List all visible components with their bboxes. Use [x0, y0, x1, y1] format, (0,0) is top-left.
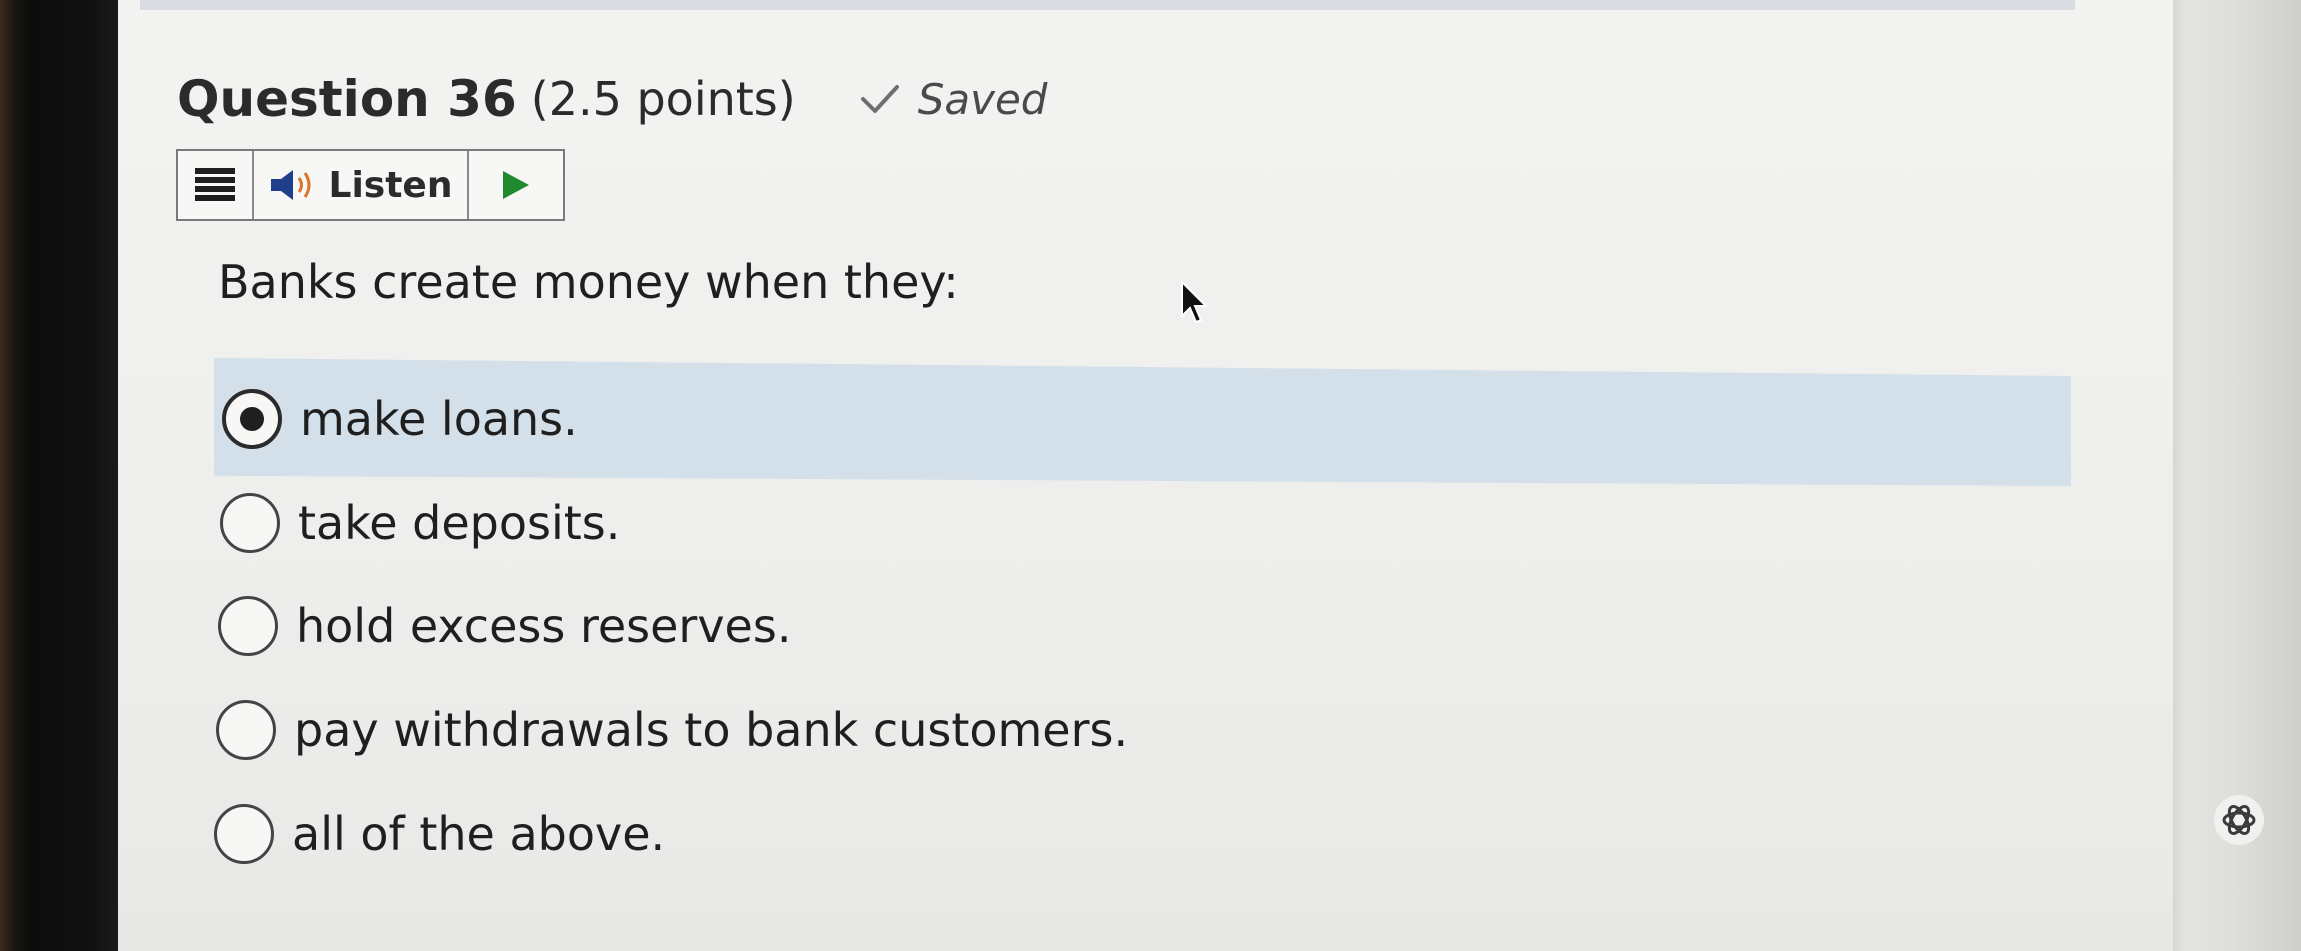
radio-dot [240, 407, 264, 431]
hamburger-menu-icon [195, 168, 235, 201]
radio-button[interactable] [218, 596, 278, 656]
saved-label: Saved [917, 74, 1048, 124]
speaker-icon [270, 170, 311, 200]
chatgpt-extension-icon[interactable] [2214, 795, 2264, 845]
radio-button[interactable] [216, 700, 276, 760]
answer-option[interactable]: all of the above. [214, 804, 665, 864]
listen-toolbar: Listen [176, 149, 565, 221]
checkmark-icon [860, 85, 899, 113]
radio-button[interactable] [214, 804, 274, 864]
question-header: Question 36 (2.5 points) Saved [177, 64, 1047, 134]
answer-option[interactable]: make loans. [222, 389, 578, 449]
play-button[interactable] [469, 151, 563, 219]
listen-label: Listen [328, 164, 453, 206]
radio-button-checked[interactable] [222, 389, 282, 449]
answer-option-label: make loans. [300, 392, 578, 446]
saved-status: Saved [858, 74, 1048, 124]
answer-option-label: all of the above. [292, 807, 666, 861]
question-points: (2.5 points) [530, 72, 796, 126]
toolbar-menu-button[interactable] [178, 151, 254, 219]
listen-button[interactable]: Listen [254, 151, 469, 219]
answer-option[interactable]: pay withdrawals to bank customers. [216, 700, 1128, 760]
top-strip [140, 0, 2075, 10]
answer-option[interactable]: take deposits. [220, 493, 620, 553]
answer-option-label: pay withdrawals to bank customers. [294, 703, 1129, 757]
answer-option[interactable]: hold excess reserves. [218, 596, 791, 656]
chatgpt-logo-icon [2222, 805, 2256, 835]
mouse-cursor-icon [1181, 280, 1209, 324]
screen-bezel-left [0, 0, 118, 951]
play-icon [503, 171, 529, 199]
question-title: Question 36 [177, 70, 517, 128]
radio-button[interactable] [220, 493, 280, 553]
answer-option-label: hold excess reserves. [296, 599, 792, 653]
answer-option-label: take deposits. [298, 496, 621, 550]
question-prompt: Banks create money when they: [218, 255, 959, 309]
